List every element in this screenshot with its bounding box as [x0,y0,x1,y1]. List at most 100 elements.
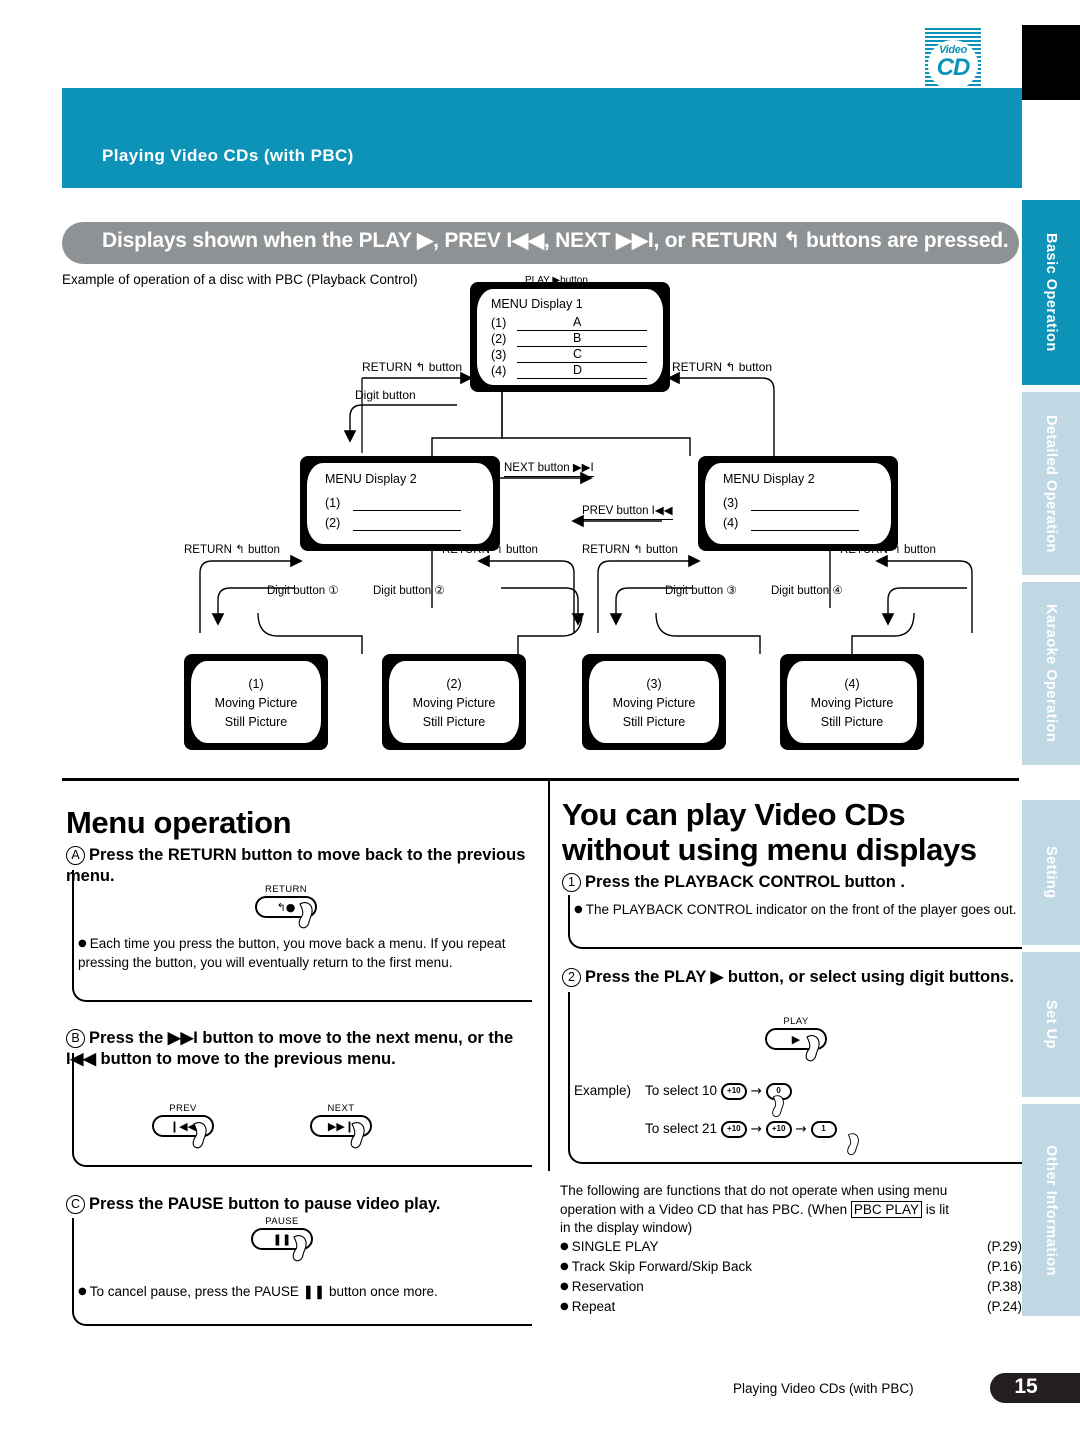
list-item: ● Reservation (P.38) [560,1278,1022,1298]
next-button-label: NEXT button ▶▶I [504,460,594,477]
step-b-marker: B [66,1029,85,1048]
list-item: ● SINGLE PLAY (P.29) [560,1238,1022,1258]
step-c-note-text: To cancel pause, press the PAUSE ❚❚ butt… [89,1284,438,1299]
return-button-label: RETURN ↰ button [184,544,280,556]
tab-label: Setting [1043,846,1059,899]
menu-row-value: B [573,331,582,345]
example-select-21-text: To select 21 [645,1121,718,1136]
picture-screen-1-screen: (1) Moving Picture Still Picture [191,661,321,743]
bullet-icon: ● [78,938,87,949]
step-1-note-text: The PLAYBACK CONTROL indicator on the fr… [585,902,1017,917]
pbc-footnote-line2-b: is lit [925,1201,949,1217]
picture-num: (3) [646,677,662,691]
menu-display-2-right-screen: MENU Display 2 (3) (4) [705,463,891,544]
picture-screen-2-screen: (2) Moving Picture Still Picture [389,661,519,743]
digit-key-plus10[interactable]: +10 [765,1120,792,1138]
picture-line-2: Still Picture [422,715,486,729]
logo-cd-text: CD [936,54,971,81]
menu-row-line [751,510,859,511]
menu-row-line [353,530,461,531]
picture-num: (1) [248,677,264,691]
picture-num: (4) [844,677,860,691]
picture-line-2: Still Picture [622,715,686,729]
menu-row-line [517,378,647,379]
step-2: 2 Press the PLAY ▶ button, or select usin… [562,967,1024,988]
bullet-icon: ● [560,1241,569,1252]
left-column-heading: Menu operation [66,805,292,840]
step-1-text: Press the PLAYBACK CONTROL button . [585,873,905,891]
menu-row-num: (3) [723,496,739,510]
example-label: Example) [574,1083,632,1098]
arrow-icon: → [795,1121,807,1137]
pbc-footnote-line2-a: operation with a Video CD that has PBC. … [560,1201,848,1217]
digit-key-1[interactable]: 1 [810,1120,837,1138]
pointing-finger-icon [292,1235,307,1262]
picture-screen-3-screen: (3) Moving Picture Still Picture [589,661,719,743]
menu-row-num: (2) [325,516,341,530]
digit-button-1-label: Digit button ① [267,585,339,597]
step-1-marker: 1 [562,873,581,892]
return-button-label: RETURN ↰ button [582,544,678,556]
example-select-10-text: To select 10 [645,1083,718,1098]
arrow-icon: → [750,1083,762,1099]
pbc-footnote-line3: in the display window) [560,1220,693,1235]
horizontal-divider [62,778,1019,781]
menu-display-2-right: MENU Display 2 (3) (4) [698,456,898,551]
play-button-caption: PLAY [783,1016,809,1027]
pbc-footnote: The following are functions that do not … [560,1182,1025,1238]
bullet-icon: ● [560,1261,569,1272]
pbc-footnote-line1: The following are functions that do not … [560,1183,948,1198]
tab-label: Other Information [1043,1144,1059,1276]
step-1: 1 Press the PLAYBACK CONTROL button . [562,872,1022,893]
sidebar-tab-basic-operation[interactable]: Basic Operation [1022,200,1080,385]
sidebar-tab-setting[interactable]: Setting [1022,800,1080,945]
page-title: Playing Video CDs (with PBC) [102,146,354,165]
step-c-note: ● To cancel pause, press the PAUSE ❚❚ but… [78,1283,528,1302]
pbc-play-box: PBC PLAY [850,1200,922,1218]
pbc-footnote-line2: operation with a Video CD that has PBC. … [560,1200,1025,1220]
digit-button-2-label: Digit button ② [373,585,445,597]
menu-row-line [353,510,461,511]
pbc-flow-diagram: PLAY ▶button MENU Display 1 (1) A (2) B … [62,268,1022,768]
menu-row-num: (3) [491,348,507,362]
sidebar-tab-karaoke-operation[interactable]: Karaoke Operation [1022,582,1080,765]
menu-row-num: (2) [491,332,507,346]
tab-label: Karaoke Operation [1043,604,1059,743]
step-a-marker: A [66,846,85,865]
list-item-label: SINGLE PLAY [571,1239,659,1254]
pointing-finger-icon [192,1122,207,1149]
sidebar-tab-other-information[interactable]: Other Information [1022,1104,1080,1316]
menu-display-2-left: MENU Display 2 (1) (2) [300,456,500,551]
picture-screen-1: (1) Moving Picture Still Picture [184,654,328,750]
return-button-caption: RETURN [265,884,307,895]
step-b-bracket [72,1053,532,1167]
picture-line-1: Moving Picture [810,696,894,710]
right-column-heading-line1: You can play Video CDs [562,797,906,832]
menu-row-num: (1) [491,316,507,330]
bullet-icon: ● [574,904,583,915]
step-2-text: Press the PLAY ▶ button, or select using… [585,968,1014,986]
digit-key-plus10[interactable]: +10 [720,1120,747,1138]
bullet-icon: ● [78,1286,87,1297]
digit-button-4-label: Digit button ④ [771,585,843,597]
digit-key-plus10[interactable]: +10 [720,1082,747,1100]
sidebar-tab-set-up[interactable]: Set Up [1022,952,1080,1097]
digit-button-label: Digit button [355,388,416,402]
pointing-finger-icon [772,1095,784,1118]
page-title-band: Playing Video CDs (with PBC) [62,88,1022,188]
list-item: ● Track Skip Forward/Skip Back (P.16) [560,1258,1022,1278]
step-c: C Press the PAUSE button to pause video p… [66,1194,536,1215]
example-select-21: To select 21 +10 → +10 → 1 [645,1120,837,1139]
step-2-marker: 2 [562,968,581,987]
list-item-page: (P.29) [983,1238,1022,1257]
page-number: 15 [1014,1375,1038,1398]
menu-row-line [517,330,647,331]
footer-text: Playing Video CDs (with PBC) [733,1381,914,1396]
sidebar-tab-detailed-operation[interactable]: Detailed Operation [1022,392,1080,575]
section-banner: Displays shown when the PLAY ▶, PREV I◀◀… [62,222,1019,264]
menu-display-2-left-screen: MENU Display 2 (1) (2) [307,463,493,544]
pause-button-caption: PAUSE [265,1216,299,1227]
bullet-icon: ● [560,1301,569,1312]
menu-display-1-screen: MENU Display 1 (1) A (2) B (3) C (4) D [477,289,663,385]
picture-line-1: Moving Picture [412,696,496,710]
